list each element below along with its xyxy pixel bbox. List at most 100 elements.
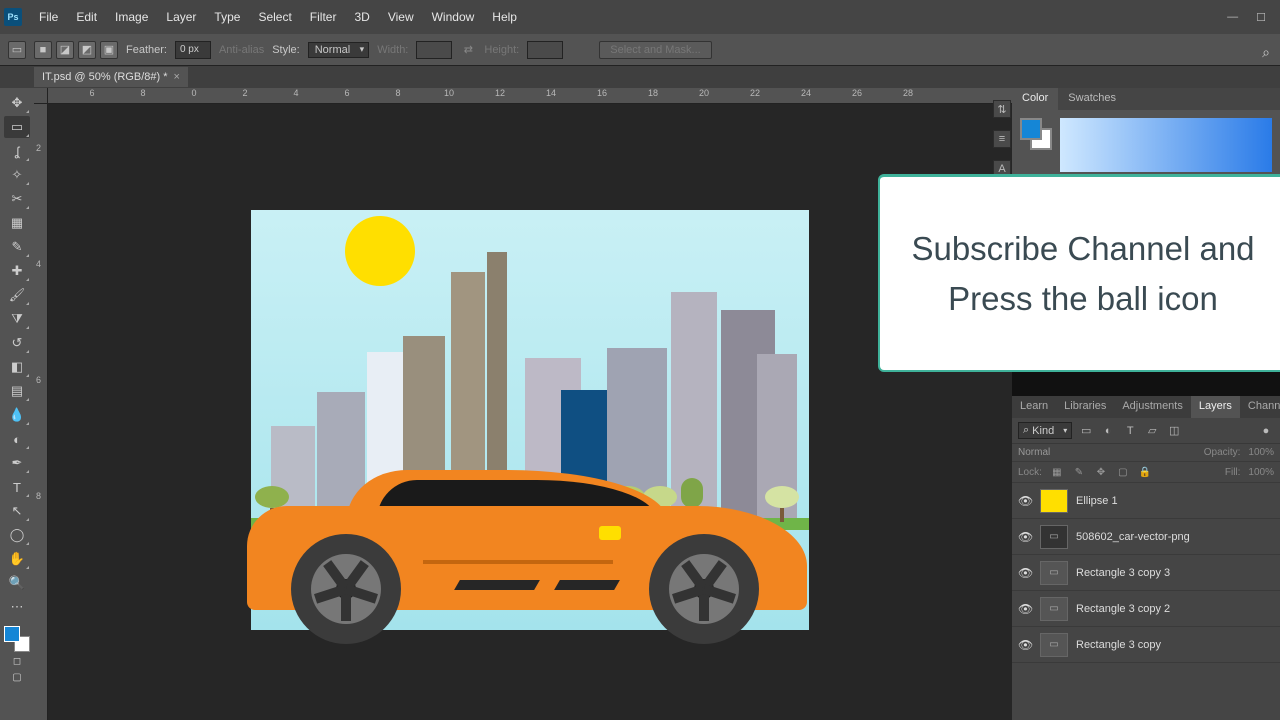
blur-tool[interactable]: 💧 [4,404,30,426]
search-icon[interactable]: ⌕ [1262,44,1270,61]
visibility-icon[interactable]: 👁 [1018,494,1032,508]
ruler-horizontal[interactable]: 6 8 0 2 4 6 8 10 12 14 16 18 20 22 24 26… [48,88,1012,104]
tab-channels[interactable]: Channels [1240,396,1280,418]
tab-color[interactable]: Color [1012,88,1058,110]
window-restore-icon[interactable]: ☐ [1256,11,1266,24]
dodge-tool[interactable]: ◐ [4,428,30,450]
visibility-icon[interactable]: 👁 [1018,530,1032,544]
document-tab[interactable]: IT.psd @ 50% (RGB/8#) * × [34,67,188,87]
quickmask-icon[interactable]: ◻ [10,654,24,668]
menu-layer[interactable]: Layer [157,10,205,24]
layer-thumbnail[interactable]: ▭ [1040,633,1068,657]
eraser-tool[interactable]: ◧ [4,356,30,378]
layer-row[interactable]: 👁 ▭ Rectangle 3 copy 3 [1012,555,1280,591]
brush-tool[interactable]: 🖌 [4,284,30,306]
layer-thumbnail[interactable]: ▭ [1040,597,1068,621]
menu-select[interactable]: Select [249,10,300,24]
sel-new-icon[interactable]: ■ [34,41,52,59]
color-picker-gradient[interactable] [1060,118,1272,172]
zoom-tool[interactable]: 🔍 [4,572,30,594]
filter-image-icon[interactable]: ▭ [1078,423,1094,439]
menu-view[interactable]: View [379,10,423,24]
layer-name[interactable]: Rectangle 3 copy 3 [1076,567,1170,579]
color-panel-swatches[interactable] [1020,118,1052,150]
tab-libraries[interactable]: Libraries [1056,396,1114,418]
blend-mode-select[interactable]: Normal [1018,447,1050,458]
visibility-icon[interactable]: 👁 [1018,566,1032,580]
type-tool[interactable]: T [4,476,30,498]
sel-add-icon[interactable]: ◪ [56,41,74,59]
lock-paint-icon[interactable]: ✎ [1072,465,1086,479]
path-select-tool[interactable]: ↖ [4,500,30,522]
layer-name[interactable]: Rectangle 3 copy [1076,639,1161,651]
dock-strip-icon[interactable]: ⇅ [993,100,1011,118]
lock-all-icon[interactable]: 🔒 [1138,465,1152,479]
menu-edit[interactable]: Edit [67,10,106,24]
tab-adjustments[interactable]: Adjustments [1114,396,1191,418]
layer-name[interactable]: Ellipse 1 [1076,495,1118,507]
visibility-icon[interactable]: 👁 [1018,602,1032,616]
sel-intersect-icon[interactable]: ▣ [100,41,118,59]
filter-type-icon[interactable]: T [1122,423,1138,439]
pen-tool[interactable]: ✒ [4,452,30,474]
style-select[interactable]: Normal [308,42,369,58]
shape-tool[interactable]: ◯ [4,524,30,546]
layer-name[interactable]: 508602_car-vector-png [1076,531,1190,543]
layer-row[interactable]: 👁 ▭ Rectangle 3 copy [1012,627,1280,663]
filter-adjust-icon[interactable]: ◐ [1100,423,1116,439]
tab-swatches[interactable]: Swatches [1058,88,1126,110]
marquee-tool[interactable]: ▭ [4,116,30,138]
filter-shape-icon[interactable]: ▱ [1144,423,1160,439]
sel-subtract-icon[interactable]: ◩ [78,41,96,59]
lock-position-icon[interactable]: ✥ [1094,465,1108,479]
lock-artboard-icon[interactable]: ▢ [1116,465,1130,479]
layer-row[interactable]: 👁 ▭ 508602_car-vector-png [1012,519,1280,555]
menu-3d[interactable]: 3D [345,10,378,24]
move-tool[interactable]: ✥ [4,92,30,114]
artboard[interactable] [251,210,809,630]
tab-learn[interactable]: Learn [1012,396,1056,418]
crop-tool[interactable]: ✂ [4,188,30,210]
canvas-area[interactable]: 6 8 0 2 4 6 8 10 12 14 16 18 20 22 24 26… [34,88,1012,720]
feather-input[interactable] [175,41,211,59]
layer-row[interactable]: 👁 Ellipse 1 [1012,483,1280,519]
hand-tool[interactable]: ✋ [4,548,30,570]
healing-tool[interactable]: ✚ [4,260,30,282]
lasso-tool[interactable]: ʆ [4,140,30,162]
screenmode-icon[interactable]: ▢ [10,670,24,684]
opacity-value[interactable]: 100% [1248,447,1274,458]
layer-thumbnail[interactable]: ▭ [1040,525,1068,549]
filter-smart-icon[interactable]: ◫ [1166,423,1182,439]
visibility-icon[interactable]: 👁 [1018,638,1032,652]
history-brush-tool[interactable]: ↺ [4,332,30,354]
menu-help[interactable]: Help [483,10,526,24]
gradient-tool[interactable]: ▤ [4,380,30,402]
more-tools-icon[interactable]: ⋯ [4,596,30,618]
layer-thumbnail[interactable]: ▭ [1040,561,1068,585]
menu-file[interactable]: File [30,10,67,24]
select-and-mask-button[interactable]: Select and Mask... [599,41,712,59]
dock-strip-icon[interactable]: ≡ [993,130,1011,148]
window-minimize-icon[interactable]: — [1227,11,1238,24]
close-tab-icon[interactable]: × [174,71,180,83]
layer-kind-select[interactable]: ⌕Kind▾ [1018,422,1072,439]
menu-image[interactable]: Image [106,10,157,24]
tool-preset-icon[interactable]: ▭ [8,41,26,59]
stamp-tool[interactable]: ⧩ [4,308,30,330]
eyedropper-tool[interactable]: ✎ [4,236,30,258]
foreground-color-swatch[interactable] [4,626,20,642]
frame-tool[interactable]: ▦ [4,212,30,234]
menu-type[interactable]: Type [205,10,249,24]
menu-window[interactable]: Window [423,10,484,24]
color-swatch-stack[interactable] [4,626,30,652]
document-stage[interactable] [48,104,1012,720]
magic-wand-tool[interactable]: ✧ [4,164,30,186]
layer-thumbnail[interactable] [1040,489,1068,513]
lock-pixels-icon[interactable]: ▦ [1050,465,1064,479]
filter-toggle-icon[interactable]: ● [1258,423,1274,439]
tab-layers[interactable]: Layers [1191,396,1240,418]
menu-filter[interactable]: Filter [301,10,346,24]
layer-name[interactable]: Rectangle 3 copy 2 [1076,603,1170,615]
fill-value[interactable]: 100% [1248,467,1274,478]
layer-row[interactable]: 👁 ▭ Rectangle 3 copy 2 [1012,591,1280,627]
